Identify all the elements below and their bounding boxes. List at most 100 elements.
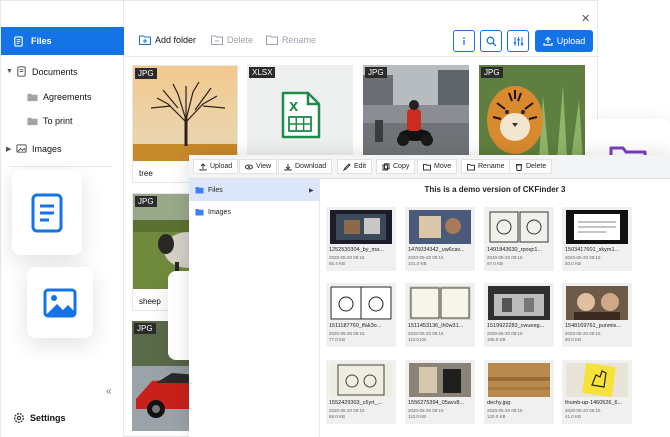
file-size: 110.0 KB xyxy=(408,337,427,342)
file-tile[interactable]: 1548169761_punmix... 2020-05-20 09:15 80… xyxy=(562,283,632,347)
file-thumbnail xyxy=(566,363,628,397)
rename-button[interactable]: Rename xyxy=(266,35,316,45)
info-button[interactable] xyxy=(453,30,475,52)
close-icon[interactable]: ✕ xyxy=(581,12,590,25)
file-type-badge: JPG xyxy=(365,67,387,78)
file-tile[interactable]: 1252530304_by_ma... 2020-05-20 09:15 55.… xyxy=(326,207,396,271)
demo-window: Upload View Download Edit Copy Move Rena… xyxy=(189,155,670,437)
upload-icon xyxy=(199,162,207,170)
tiger-thumbnail xyxy=(479,65,585,160)
demo-edit-button[interactable]: Edit xyxy=(337,159,373,174)
demo-folder-tree: Files ▶ Images xyxy=(189,179,320,437)
file-size: 101.0 KB xyxy=(408,261,427,266)
sidebar-item-documents[interactable]: ▼ Documents xyxy=(6,66,78,77)
demo-folder-images[interactable]: Images xyxy=(189,201,320,223)
image-icon xyxy=(16,144,27,153)
file-date: 2020-05-20 09:15 xyxy=(565,331,601,336)
document-icon xyxy=(17,66,26,77)
demo-view-button[interactable]: View xyxy=(239,159,278,174)
file-tile[interactable]: XLSX X xyxy=(247,65,353,160)
toolbar-label: Upload xyxy=(210,163,233,170)
sidebar-item-files[interactable]: Files xyxy=(1,27,124,55)
upload-button[interactable]: Upload xyxy=(535,30,593,52)
file-tile[interactable]: 1511453136_ih0w31... 2020-05-20 09:15 11… xyxy=(405,283,475,347)
file-tile[interactable]: 1491843630_rpoqc1... 2020-05-20 09:15 97… xyxy=(484,207,554,271)
search-icon xyxy=(486,36,496,46)
file-tile[interactable]: 1519922283_cwueeg... 2020-05-20 09:15 10… xyxy=(484,283,554,347)
search-button[interactable] xyxy=(480,30,502,52)
file-name: 1511187760_ffak3o... xyxy=(329,323,382,329)
sliders-icon xyxy=(513,36,523,46)
sidebar-item-images[interactable]: ▶ Images xyxy=(6,143,62,154)
sidebar-item-label: Files xyxy=(31,36,52,46)
delete-button[interactable]: Delete xyxy=(211,35,253,45)
file-date: 2020-05-20 09:15 xyxy=(565,255,601,260)
divider xyxy=(10,166,113,167)
folder-icon xyxy=(27,117,38,126)
demo-upload-button[interactable]: Upload xyxy=(193,159,239,174)
demo-folder-files[interactable]: Files ▶ xyxy=(189,179,320,201)
spreadsheet-icon: X xyxy=(281,91,321,139)
caret-down-icon[interactable]: ▼ xyxy=(6,68,16,75)
file-tile[interactable]: dechy.jpg 2020-05-20 09:15 120.0 KB xyxy=(484,360,554,424)
file-tile[interactable]: 1552429303_c6yrt_... 2020-05-20 09:15 68… xyxy=(326,360,396,424)
file-thumbnail xyxy=(488,210,550,244)
file-tile[interactable]: thumb-up-1460526_6... 2020-05-20 09:15 4… xyxy=(562,360,632,424)
demo-delete-button[interactable]: Delete xyxy=(509,159,553,174)
gear-icon xyxy=(14,413,24,423)
file-tile[interactable]: 1556275394_05avv8... 2020-05-20 09:15 11… xyxy=(405,360,475,424)
file-type-badge: JPG xyxy=(135,196,157,207)
download-icon xyxy=(284,163,292,170)
file-size: 80.0 KB xyxy=(565,337,582,342)
file-tile[interactable]: JPG xyxy=(479,65,585,160)
demo-copy-button[interactable]: Copy xyxy=(376,159,416,174)
file-thumbnail xyxy=(330,210,392,244)
toolbar: Add folder Delete Rename Upload xyxy=(125,27,599,57)
add-folder-button[interactable]: Add folder xyxy=(139,35,196,45)
file-type-badge: JPG xyxy=(481,67,503,78)
file-thumbnail xyxy=(488,363,550,397)
file-date: 2020-05-20 09:15 xyxy=(408,255,444,260)
file-date: 2020-05-20 09:15 xyxy=(408,408,444,413)
file-thumbnail xyxy=(409,363,471,397)
settings-label: Settings xyxy=(30,413,66,423)
file-thumbnail xyxy=(409,286,471,320)
svg-text:X: X xyxy=(289,100,299,114)
file-tile[interactable]: 1476034342_uw6cav... 2020-05-20 09:15 10… xyxy=(405,207,475,271)
file-date: 2020-05-20 09:15 xyxy=(408,331,444,336)
sidebar-item-label: Agreements xyxy=(43,92,92,102)
file-name: 1476034342_uw6cav... xyxy=(408,247,465,253)
file-name: 1519922283_cwueeg... xyxy=(487,323,545,329)
toolbar-label: Move xyxy=(434,163,452,170)
demo-download-button[interactable]: Download xyxy=(278,159,333,174)
demo-move-button[interactable]: Move xyxy=(417,159,458,174)
eye-icon xyxy=(245,164,253,169)
file-size: 55.4 KB xyxy=(329,261,346,266)
delete-label: Delete xyxy=(227,35,254,45)
folder-icon xyxy=(195,209,204,216)
file-tile[interactable]: 1503417601_skym1... 2020-05-20 09:15 50.… xyxy=(562,207,632,271)
chevron-right-icon[interactable]: ▶ xyxy=(309,187,314,194)
folder-minus-icon xyxy=(211,35,223,45)
motorbike-thumbnail xyxy=(363,65,469,160)
sidebar-item-agreements[interactable]: Agreements xyxy=(27,92,92,102)
file-tile[interactable]: 1511187760_ffak3o... 2020-05-20 09:15 77… xyxy=(326,283,396,347)
sidebar-item-to-print[interactable]: To print xyxy=(27,116,73,126)
settings-button[interactable]: Settings xyxy=(13,412,66,424)
file-name: 1252530304_by_ma... xyxy=(329,247,384,253)
sidebar-item-label: Documents xyxy=(32,66,78,77)
file-size: 120.0 KB xyxy=(487,414,506,419)
folder-plus-icon xyxy=(139,35,151,45)
toolbar-label: Copy xyxy=(393,163,410,170)
tree-thumbnail xyxy=(133,66,237,161)
upload-label: Upload xyxy=(556,36,586,46)
caret-right-icon[interactable]: ▶ xyxy=(6,145,16,153)
settings-sliders-button[interactable] xyxy=(507,30,529,52)
pencil-icon xyxy=(343,162,351,171)
file-name: tree xyxy=(139,169,153,178)
file-size: 68.0 KB xyxy=(329,414,346,419)
demo-rename-button[interactable]: Rename xyxy=(461,159,511,174)
file-tile[interactable]: JPG xyxy=(363,65,469,160)
file-name: dechy.jpg xyxy=(487,400,511,406)
collapse-sidebar-button[interactable]: « xyxy=(106,386,112,397)
